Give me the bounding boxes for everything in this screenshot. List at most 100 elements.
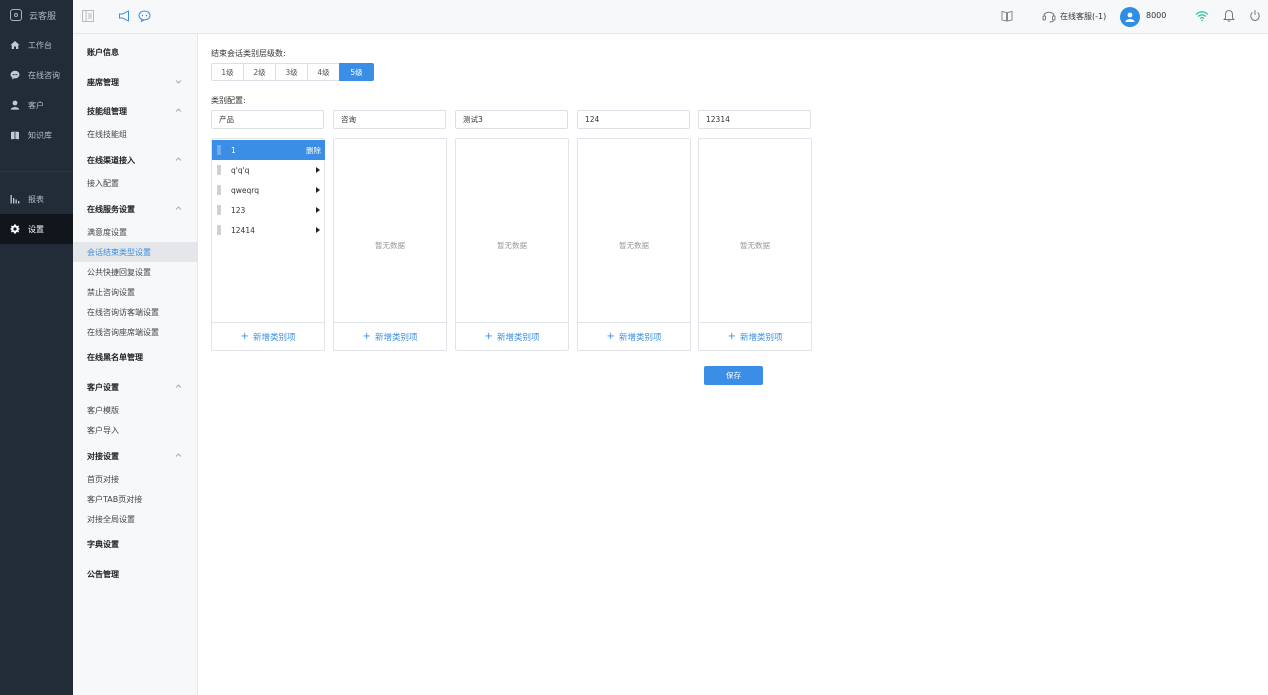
chevron-down-icon	[175, 80, 182, 84]
submenu-item-online-skill[interactable]: 在线技能组	[73, 124, 198, 144]
submenu-item-end-type[interactable]: 会话结束类型设置	[73, 242, 198, 262]
add-category-button[interactable]: + 新增类别项	[578, 322, 690, 350]
category-item[interactable]: q'q'q	[212, 160, 325, 180]
level-option-3[interactable]: 3级	[275, 63, 308, 81]
nav-item-settings[interactable]: 设置	[0, 214, 73, 244]
nav-item-workbench[interactable]: 工作台	[0, 30, 73, 60]
submenu-group-dictionary[interactable]: 字典设置	[73, 536, 198, 552]
category-column-3: 暂无数据 + 新增类别项	[455, 138, 569, 351]
level-option-4[interactable]: 4级	[307, 63, 340, 81]
plus-icon: +	[606, 331, 615, 342]
brand: 云客服	[0, 0, 73, 30]
nav-item-reports[interactable]: 报表	[0, 184, 73, 214]
levels-label: 结束会话类别层级数:	[211, 49, 286, 58]
empty-state: 暂无数据	[375, 241, 405, 250]
category-item[interactable]: 1 删除	[212, 140, 325, 160]
rail-divider	[0, 150, 73, 172]
agent-id: 8000	[1146, 11, 1167, 20]
category-column-4: 暂无数据 + 新增类别项	[577, 138, 691, 351]
plus-icon: +	[484, 331, 493, 342]
nav-item-knowledge[interactable]: 知识库	[0, 120, 73, 150]
category-item[interactable]: qweqrq	[212, 180, 325, 200]
manual-book-icon[interactable]	[1001, 10, 1013, 22]
category-item[interactable]: 123	[212, 200, 325, 220]
add-category-button[interactable]: + 新增类别项	[334, 322, 446, 350]
category-name-input-4[interactable]: 124	[577, 110, 690, 129]
submenu-item-tab-integration[interactable]: 客户TAB页对接	[73, 489, 198, 509]
avatar[interactable]	[1120, 7, 1140, 27]
plus-icon: +	[240, 331, 249, 342]
add-category-button[interactable]: + 新增类别项	[212, 322, 324, 350]
main-nav-rail: 云客服 工作台 在线咨询 客户 知识库 报表 设置	[0, 0, 73, 695]
category-column-2: 暂无数据 + 新增类别项	[333, 138, 447, 351]
book-icon	[10, 130, 20, 140]
drag-handle-icon[interactable]	[217, 165, 221, 175]
delete-button[interactable]: 删除	[306, 145, 321, 156]
drag-handle-icon[interactable]	[217, 225, 221, 235]
submenu-item-home-integration[interactable]: 首页对接	[73, 469, 198, 489]
wifi-icon	[1195, 10, 1209, 22]
headset-icon[interactable]	[1042, 8, 1056, 23]
message-icon[interactable]	[138, 10, 151, 22]
chevron-up-icon	[175, 453, 182, 457]
empty-state: 暂无数据	[497, 241, 527, 250]
submenu-group-account[interactable]: 账户信息	[73, 44, 198, 60]
caret-right-icon	[316, 167, 320, 173]
submenu-group-channel[interactable]: 在线渠道接入	[73, 152, 198, 168]
submenu-group-skill[interactable]: 技能组管理	[73, 103, 198, 119]
chat-icon	[10, 70, 20, 80]
submenu-item-visitor-side[interactable]: 在线咨询访客端设置	[73, 302, 198, 322]
caret-right-icon	[316, 207, 320, 213]
nav-item-customer[interactable]: 客户	[0, 90, 73, 120]
category-name-input-5[interactable]: 12314	[698, 110, 811, 129]
level-option-1[interactable]: 1级	[211, 63, 244, 81]
agent-status[interactable]: 在线客服(-1)	[1060, 11, 1106, 22]
drag-handle-icon[interactable]	[217, 205, 221, 215]
caret-right-icon	[316, 187, 320, 193]
brand-logo-icon	[10, 9, 22, 21]
submenu-group-seat[interactable]: 座席管理	[73, 74, 198, 90]
category-name-input-2[interactable]: 咨询	[333, 110, 446, 129]
gear-icon	[10, 224, 20, 234]
level-option-5[interactable]: 5级	[339, 63, 374, 81]
empty-state: 暂无数据	[740, 241, 770, 250]
drag-handle-icon[interactable]	[217, 145, 221, 155]
level-option-2[interactable]: 2级	[243, 63, 276, 81]
announce-icon[interactable]	[118, 10, 130, 22]
submenu-group-blacklist[interactable]: 在线黑名单管理	[73, 349, 198, 365]
submenu-item-ban-consult[interactable]: 禁止咨询设置	[73, 282, 198, 302]
category-column-5: 暂无数据 + 新增类别项	[698, 138, 812, 351]
category-item[interactable]: 12414	[212, 220, 325, 240]
submenu-group-announcement[interactable]: 字典设置公告管理	[73, 566, 198, 582]
submenu-group-service[interactable]: 在线服务设置	[73, 201, 198, 217]
drag-handle-icon[interactable]	[217, 185, 221, 195]
bell-icon[interactable]	[1223, 9, 1235, 22]
add-category-button[interactable]: + 新增类别项	[699, 322, 811, 350]
chevron-up-icon	[175, 384, 182, 388]
nav-item-online-consult[interactable]: 在线咨询	[0, 60, 73, 90]
category-name-input-1[interactable]: 产品	[211, 110, 324, 129]
submenu-item-seat-side[interactable]: 在线咨询座席端设置	[73, 322, 198, 342]
chevron-up-icon	[175, 108, 182, 112]
plus-icon: +	[727, 331, 736, 342]
submenu-group-customer[interactable]: 客户设置	[73, 379, 198, 395]
save-button[interactable]: 保存	[704, 366, 763, 385]
submenu-item-quick-reply[interactable]: 公共快捷回复设置	[73, 262, 198, 282]
category-name-input-3[interactable]: 测试3	[455, 110, 568, 129]
level-selector: 1级 2级 3级 4级 5级	[211, 63, 374, 81]
collapse-menu-icon[interactable]	[82, 10, 94, 22]
add-category-button[interactable]: + 新增类别项	[456, 322, 568, 350]
submenu-item-satisfaction[interactable]: 满意度设置	[73, 222, 198, 242]
submenu-item-customer-import[interactable]: 客户导入	[73, 420, 198, 440]
category-label: 类别配置:	[211, 96, 246, 105]
submenu-item-global-integration[interactable]: 对接全局设置	[73, 509, 198, 529]
category-column-1: 1 删除 q'q'q qweqrq 123 12414 + 新增类别项	[211, 138, 325, 351]
submenu-item-access-config[interactable]: 接入配置	[73, 173, 198, 193]
settings-submenu: 账户信息 座席管理 技能组管理 在线技能组 在线渠道接入 接入配置 在线服务设置…	[73, 34, 198, 695]
submenu-group-integration[interactable]: 对接设置	[73, 448, 198, 464]
empty-state: 暂无数据	[619, 241, 649, 250]
submenu-item-customer-template[interactable]: 客户模版	[73, 400, 198, 420]
power-icon[interactable]	[1249, 9, 1261, 22]
brand-name: 云客服	[29, 11, 57, 22]
top-bar: 在线客服(-1) 8000	[73, 0, 1268, 34]
